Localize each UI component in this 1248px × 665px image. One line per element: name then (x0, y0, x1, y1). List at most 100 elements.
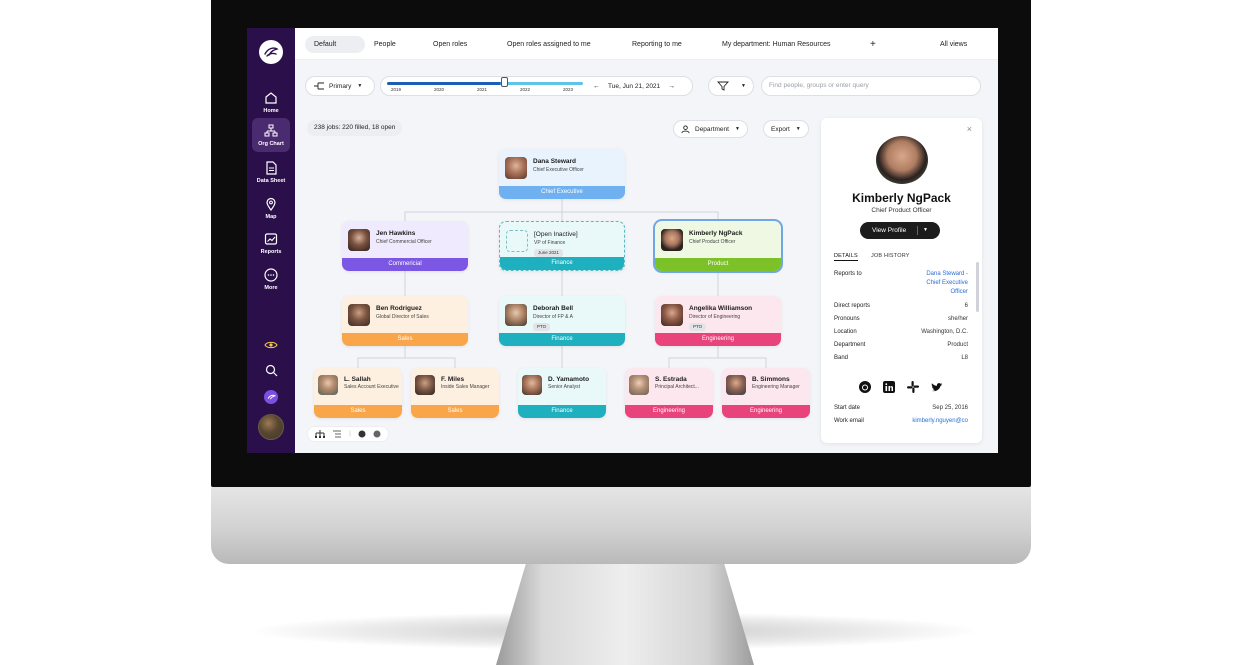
linkedin-icon[interactable] (882, 380, 896, 394)
work-email-link[interactable]: kimberly.nguyen@co (912, 418, 968, 424)
card-department: Sales (342, 333, 468, 346)
tab-my-department[interactable]: My department: Human Resources (713, 36, 840, 53)
add-view-button[interactable]: + (861, 36, 885, 53)
card-title: Principal Architect... (655, 384, 699, 390)
next-date-button[interactable]: → (668, 83, 675, 90)
tab-details[interactable]: DETAILS (834, 253, 858, 261)
zoom-out-icon[interactable] (373, 430, 381, 438)
user-menu[interactable] (247, 414, 295, 440)
sidebar-item-label: Data Sheet (256, 178, 286, 184)
app-screen: Home Org Chart Data Sheet Map Reports Mo… (247, 28, 998, 453)
filter-bar: Primary ▼ 2019 2020 2021 2022 2023 ← Tue… (295, 68, 998, 102)
empty-photo-placeholder (506, 230, 528, 252)
card-department: Engineering (655, 333, 781, 346)
reports-to-link[interactable]: Officer (950, 289, 968, 295)
card-name: S. Estrada (655, 376, 687, 383)
tab-default[interactable]: Default (305, 36, 365, 53)
tree-layout-icon[interactable] (315, 430, 326, 438)
org-chart-canvas: 238 jobs: 220 filled, 18 open Department… (295, 106, 815, 453)
status-badge: PTO (533, 323, 551, 331)
slack-icon[interactable] (906, 380, 920, 394)
person-photo (661, 229, 683, 251)
view-profile-button[interactable]: View Profile ▼ (860, 222, 940, 239)
chevron-down-icon[interactable]: ▼ (923, 222, 928, 239)
timeline-slider[interactable]: 2019 2020 2021 2022 2023 (381, 76, 591, 96)
org-card-deborah-bell[interactable]: Deborah Bell Director of FP & A PTO Fina… (499, 296, 625, 346)
sidebar-item-data-sheet[interactable]: Data Sheet (252, 155, 290, 189)
org-card-ben-rodriguez[interactable]: Ben Rodriguez Global Director of Sales S… (342, 296, 468, 346)
tab-open-roles-assigned[interactable]: Open roles assigned to me (498, 36, 600, 53)
reports-icon (264, 233, 278, 245)
button-divider (917, 226, 918, 235)
tab-job-history[interactable]: JOB HISTORY (871, 253, 910, 259)
card-department: Finance (500, 257, 624, 270)
filter-button[interactable]: ▼ (708, 76, 754, 96)
org-card-s-estrada[interactable]: S. Estrada Principal Architect... Engine… (625, 368, 713, 418)
panel-scrollbar[interactable] (976, 262, 979, 312)
sidebar-item-home[interactable]: Home (252, 85, 290, 119)
status-badge: PTO (689, 323, 707, 331)
org-card-d-yamamoto[interactable]: D. Yamamoto Senior Analyst Finance (518, 368, 606, 418)
all-views-button[interactable]: All views (931, 36, 976, 53)
card-name: B. Simmons (752, 376, 790, 383)
card-department: Product (655, 258, 781, 271)
reports-to-link[interactable]: Chief Executive (926, 280, 968, 286)
map-pin-icon (266, 197, 276, 212)
sidebar-item-map[interactable]: Map (252, 191, 290, 225)
eye-button[interactable] (247, 340, 295, 350)
card-name: Ben Rodriguez (376, 305, 422, 312)
prev-date-button[interactable]: ← (593, 83, 600, 90)
tab-open-roles[interactable]: Open roles (424, 36, 476, 53)
export-button[interactable]: Export ▼ (763, 120, 809, 138)
sidebar-item-org-chart[interactable]: Org Chart (252, 118, 290, 152)
more-icon (264, 268, 278, 282)
sidebar: Home Org Chart Data Sheet Map Reports Mo… (247, 28, 295, 453)
profile-name: Kimberly NgPack (852, 191, 951, 205)
document-icon (266, 161, 277, 175)
user-photo (258, 414, 284, 440)
tab-reporting-to-me[interactable]: Reporting to me (623, 36, 691, 53)
card-title: Engineering Manager (752, 384, 800, 390)
monitor-chin (211, 485, 1031, 564)
detail-value: Sep 25, 2016 (932, 405, 968, 411)
detail-label: Reports to (834, 271, 862, 277)
tab-people[interactable]: People (365, 36, 405, 53)
timeline-control[interactable]: 2019 2020 2021 2022 2023 ← Tue, Jun 21, … (380, 76, 693, 96)
app-logo[interactable] (259, 40, 283, 64)
hierarchy-select[interactable]: Primary ▼ (305, 76, 375, 96)
department-button[interactable]: Department ▼ (673, 120, 748, 138)
card-department: Sales (314, 405, 402, 418)
sidebar-item-reports[interactable]: Reports (252, 226, 290, 260)
detail-value: she/her (947, 316, 968, 322)
reports-to-link[interactable]: Dana Steward - (926, 271, 968, 277)
card-title: Chief Commercial Officer (376, 239, 432, 245)
org-card-angelika-williamson[interactable]: Angelika Williamson Director of Engineer… (655, 296, 781, 346)
card-title: Sales Account Executive (344, 384, 399, 390)
chevron-down-icon: ▼ (741, 83, 746, 89)
twitter-icon[interactable] (930, 380, 944, 394)
org-card-b-simmons[interactable]: B. Simmons Engineering Manager Engineeri… (722, 368, 810, 418)
org-card-jen-hawkins[interactable]: Jen Hawkins Chief Commercial Officer Com… (342, 221, 468, 271)
search-button[interactable] (247, 364, 295, 377)
org-card-ceo[interactable]: Dana Steward Chief Executive Officer Chi… (499, 149, 625, 199)
card-title: Chief Product Officer (689, 239, 736, 245)
org-card-f-miles[interactable]: F. Miles Inside Sales Manager Sales (411, 368, 499, 418)
person-photo (629, 375, 649, 395)
timeline-handle[interactable] (501, 77, 509, 87)
org-card-open-role[interactable]: [Open Inactive] VP of Finance June 2021 … (499, 221, 625, 271)
card-department: Commericial (342, 258, 468, 271)
brand-avatar-button[interactable] (247, 390, 295, 404)
profile-title: Chief Product Officer (871, 207, 932, 214)
close-icon[interactable]: × (967, 124, 972, 134)
search-input[interactable]: Find people, groups or enter query (761, 76, 981, 96)
person-photo (415, 375, 435, 395)
sidebar-item-more[interactable]: More (252, 262, 290, 296)
github-icon[interactable] (858, 380, 872, 394)
org-card-l-sallah[interactable]: L. Sallah Sales Account Executive Sales (314, 368, 402, 418)
zoom-in-icon[interactable] (358, 430, 366, 438)
list-layout-icon[interactable] (332, 430, 342, 438)
year-label: 2021 (477, 87, 488, 92)
org-card-kimberly-ngpack[interactable]: Kimberly NgPack Chief Product Officer Pr… (655, 221, 781, 271)
profile-panel: × Kimberly NgPack Chief Product Officer … (821, 118, 982, 443)
person-photo (661, 304, 683, 326)
